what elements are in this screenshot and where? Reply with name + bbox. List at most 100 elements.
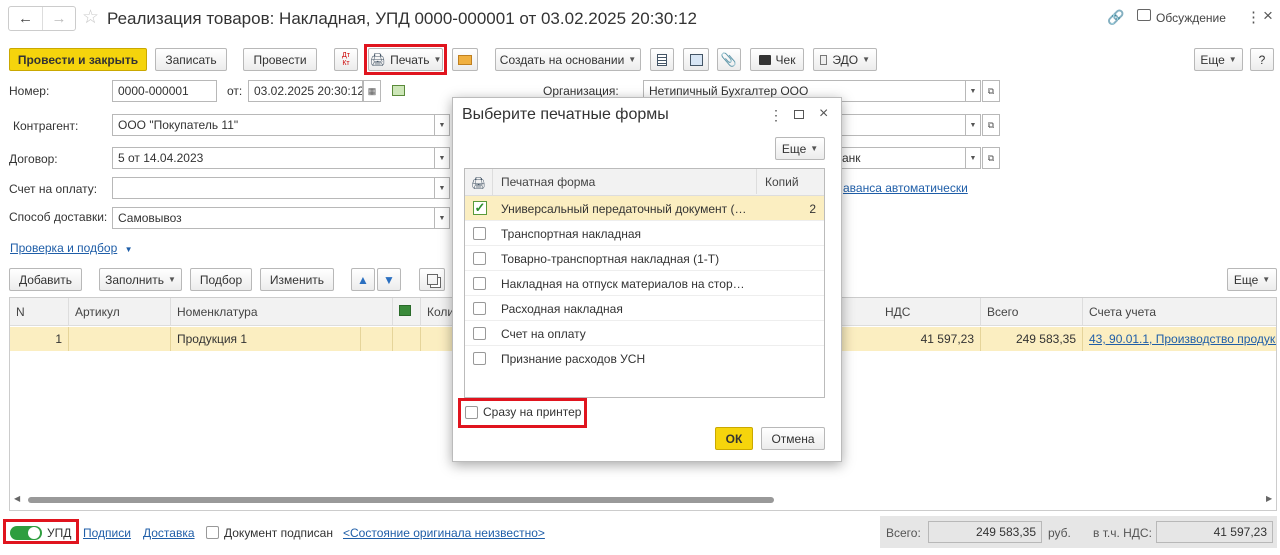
select-button[interactable]: Подбор xyxy=(190,268,252,291)
chevron-down-icon[interactable]: ▼ xyxy=(434,178,449,198)
col-copies[interactable]: Копий xyxy=(757,169,824,194)
discussion-icon[interactable] xyxy=(1137,9,1151,21)
forward-arrow-icon[interactable]: → xyxy=(43,7,75,30)
save-button[interactable]: Записать xyxy=(155,48,227,71)
col-vat[interactable]: НДС xyxy=(879,298,981,326)
chevron-down-icon[interactable]: ▼ xyxy=(965,81,980,101)
bank-field[interactable]: анк ▼ xyxy=(823,147,981,169)
move-down-icon[interactable]: ▼ xyxy=(377,268,401,291)
open-org-icon[interactable]: ⧉ xyxy=(982,80,1000,102)
right-field-2[interactable]: ▼ xyxy=(823,114,981,136)
fill-button[interactable]: Заполнить ▼ xyxy=(99,268,182,291)
col-article[interactable]: Артикул xyxy=(69,298,171,326)
col-form[interactable]: Печатная форма xyxy=(493,169,757,194)
change-button[interactable]: Изменить xyxy=(260,268,334,291)
form-row[interactable]: Расходная накладная xyxy=(465,296,824,321)
copy-icon[interactable] xyxy=(419,268,445,291)
form-checkbox[interactable] xyxy=(473,302,486,315)
chevron-down-icon[interactable]: ▼ xyxy=(434,208,449,228)
chevron-down-icon[interactable]: ▼ xyxy=(965,148,980,168)
attachment-icon[interactable]: 📎 xyxy=(717,48,741,71)
form-name: Накладная на отпуск материалов на сторо.… xyxy=(501,277,750,291)
table-more-button[interactable]: Еще ▼ xyxy=(1227,268,1277,291)
post-close-button[interactable]: Провести и закрыть xyxy=(9,48,147,71)
back-arrow-icon[interactable]: ← xyxy=(9,7,43,30)
receipt-button[interactable]: Чек xyxy=(750,48,804,71)
maximize-icon[interactable] xyxy=(794,110,804,119)
upd-toggle[interactable] xyxy=(10,526,42,540)
col-item[interactable]: Номенклатура xyxy=(171,298,393,326)
form-row[interactable]: Накладная на отпуск материалов на сторо.… xyxy=(465,271,824,296)
dialog-more-button[interactable]: Еще ▼ xyxy=(775,137,825,160)
open-icon[interactable]: ⧉ xyxy=(982,147,1000,169)
scroll-left-icon[interactable]: ◀ xyxy=(14,494,20,503)
favorite-star-icon[interactable]: ☆ xyxy=(82,6,99,29)
add-row-button[interactable]: Добавить xyxy=(9,268,82,291)
move-up-icon[interactable]: ▲ xyxy=(351,268,375,291)
form-row[interactable]: ✓ Универсальный передаточный документ (У… xyxy=(465,196,824,221)
delivery-link[interactable]: Доставка xyxy=(143,526,195,540)
edo-button[interactable]: ЭДО ▼ xyxy=(813,48,877,71)
form-row[interactable]: Счет на оплату xyxy=(465,321,824,346)
structure-icon[interactable] xyxy=(683,48,709,71)
chevron-down-icon[interactable]: ▼ xyxy=(434,148,449,168)
horizontal-scrollbar[interactable] xyxy=(28,497,774,503)
form-checkbox[interactable] xyxy=(473,252,486,265)
create-based-button[interactable]: Создать на основании ▼ xyxy=(495,48,641,71)
form-checkbox[interactable] xyxy=(473,352,486,365)
date-field[interactable]: 03.02.2025 20:30:12 xyxy=(248,80,363,102)
cancel-button[interactable]: Отмена xyxy=(761,427,825,450)
scroll-right-icon[interactable]: ▶ xyxy=(1266,494,1272,503)
post-button[interactable]: Провести xyxy=(243,48,317,71)
row-accounts[interactable]: 43, 90.01.1, Производство продукц xyxy=(1083,327,1276,351)
menu-dots-icon[interactable]: ⋮ xyxy=(1246,8,1261,26)
chevron-down-icon[interactable]: ▼ xyxy=(965,115,980,135)
direct-print-checkbox[interactable] xyxy=(465,406,478,419)
document-list-icon[interactable] xyxy=(650,48,674,71)
form-checkbox[interactable] xyxy=(473,277,486,290)
dialog-close-icon[interactable]: × xyxy=(819,105,828,123)
link-icon[interactable]: 🔗 xyxy=(1107,9,1124,26)
dialog-menu-icon[interactable]: ⋮ xyxy=(769,107,783,124)
form-checkbox-checked[interactable]: ✓ xyxy=(473,201,487,215)
form-row[interactable]: Товарно-транспортная накладная (1-Т) xyxy=(465,246,824,271)
fill-label: Заполнить xyxy=(105,272,164,287)
contract-field[interactable]: 5 от 14.04.2023 ▼ xyxy=(112,147,450,169)
chevron-down-icon: ▼ xyxy=(1228,55,1237,64)
signatures-link[interactable]: Подписи xyxy=(83,526,131,540)
dt-kt-icon[interactable]: Дт Кт xyxy=(334,48,358,71)
row-cell xyxy=(361,327,393,351)
form-checkbox[interactable] xyxy=(473,227,486,240)
col-total[interactable]: Всего xyxy=(981,298,1083,326)
number-field[interactable]: 0000-000001 xyxy=(112,80,217,102)
col-accounts[interactable]: Счета учета xyxy=(1083,298,1276,326)
open-icon[interactable]: ⧉ xyxy=(982,114,1000,136)
vat-total-label: в т.ч. НДС: xyxy=(1093,526,1152,540)
more-button[interactable]: Еще ▼ xyxy=(1194,48,1243,71)
document-signed-checkbox[interactable] xyxy=(206,526,219,539)
contract-label: Договор: xyxy=(9,152,58,166)
ok-button[interactable]: ОК xyxy=(715,427,753,450)
forms-table-header: 🖨 Печатная форма Копий xyxy=(465,169,824,196)
form-row[interactable]: Транспортная накладная xyxy=(465,221,824,246)
help-button[interactable]: ? xyxy=(1250,48,1274,71)
chevron-down-icon[interactable]: ▼ xyxy=(434,115,449,135)
delivery-method-field[interactable]: Самовывоз ▼ xyxy=(112,207,450,229)
print-button[interactable]: 🖨 Печать ▼ xyxy=(368,48,443,71)
incoming-docs-icon[interactable] xyxy=(392,85,405,96)
invoice-field[interactable]: ▼ xyxy=(112,177,450,199)
original-state-link[interactable]: <Состояние оригинала неизвестно> xyxy=(343,526,545,540)
check-select-link[interactable]: Проверка и подбор ▼ xyxy=(10,241,133,255)
col-n[interactable]: N xyxy=(10,298,69,326)
check-select-label: Проверка и подбор xyxy=(10,241,118,255)
discussion-link[interactable]: Обсуждение xyxy=(1156,11,1226,25)
form-checkbox[interactable] xyxy=(473,327,486,340)
email-icon[interactable] xyxy=(452,48,478,71)
calendar-icon[interactable]: ▦ xyxy=(363,80,381,102)
form-row[interactable]: Признание расходов УСН xyxy=(465,346,824,371)
close-window-icon[interactable]: × xyxy=(1263,6,1273,26)
counterparty-field[interactable]: ООО "Покупатель 11" ▼ xyxy=(112,114,450,136)
forms-table: 🖨 Печатная форма Копий ✓ Универсальный п… xyxy=(464,168,825,398)
advance-link[interactable]: аванса автоматически xyxy=(843,181,968,195)
form-copies[interactable]: 2 xyxy=(757,196,824,221)
